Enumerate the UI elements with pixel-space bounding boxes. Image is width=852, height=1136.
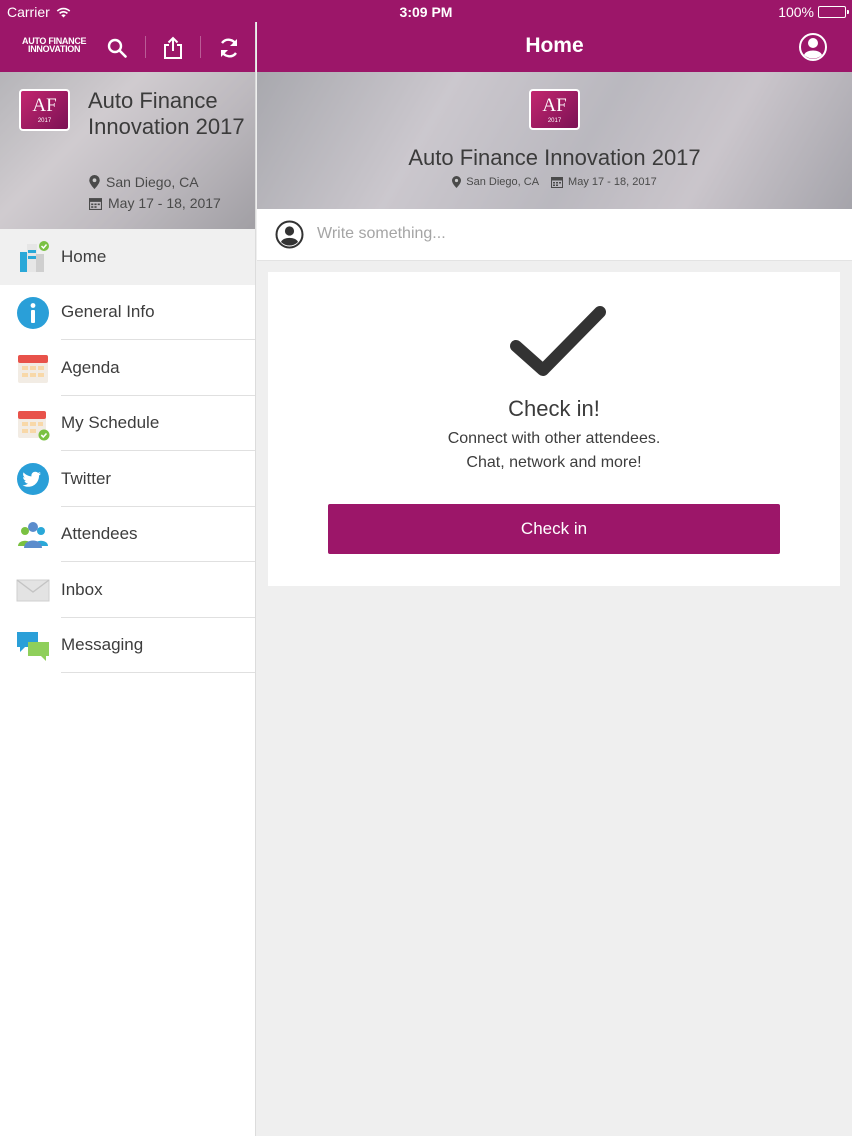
sidebar-item-general-info[interactable]: General Info: [0, 285, 255, 340]
hero-title: Auto Finance Innovation 2017: [408, 145, 701, 170]
sidebar-item-label: Messaging: [61, 635, 144, 655]
twitter-icon: [16, 462, 50, 496]
clock: 3:09 PM: [399, 4, 453, 20]
event-dates: May 17 - 18, 2017: [89, 195, 221, 211]
sidebar-item-agenda[interactable]: Agenda: [0, 340, 255, 396]
event-logo: AF 2017: [19, 89, 70, 131]
sidebar-item-inbox[interactable]: Inbox: [0, 562, 255, 618]
attendees-icon: [16, 518, 50, 552]
sidebar-item-label: Attendees: [61, 524, 138, 544]
checkmark-icon: [510, 306, 606, 376]
checkin-line1: Connect with other attendees.: [447, 430, 661, 447]
share-icon[interactable]: [160, 35, 186, 61]
sidebar-menu: Home General Info Agenda My Schedule Twitter…: [0, 229, 255, 673]
event-location: San Diego, CA: [89, 174, 199, 190]
sidebar-item-attendees[interactable]: Attendees: [0, 507, 255, 562]
nav-bar: Home: [257, 22, 852, 72]
battery-percent: 100%: [778, 4, 814, 20]
home-icon: [16, 240, 50, 274]
sidebar-item-label: Home: [61, 246, 107, 266]
calendar-icon: [16, 351, 50, 385]
hero-dates: May 17 - 18, 2017: [551, 176, 657, 188]
compose-bar: [257, 209, 852, 261]
hero-meta: San Diego, CA May 17 - 18, 2017: [257, 176, 852, 188]
sidebar: AUTO FINANCE INNOVATION AF 2017 Auto Fin…: [0, 22, 256, 1136]
checkin-card: Check in! Connect with other attendees. …: [268, 272, 840, 586]
hero-event-logo: AF 2017: [529, 89, 580, 130]
sidebar-item-twitter[interactable]: Twitter: [0, 451, 255, 507]
calendar-check-icon: [16, 407, 50, 441]
sidebar-item-label: Inbox: [61, 579, 103, 599]
logo-line2: INNOVATION: [28, 44, 81, 54]
event-dates-text: May 17 - 18, 2017: [108, 195, 221, 211]
search-icon[interactable]: [104, 35, 130, 61]
hero-location: San Diego, CA: [452, 176, 539, 188]
calendar-small-icon: [89, 197, 102, 210]
event-hero: AF 2017 Auto Finance Innovation 2017 San…: [257, 72, 852, 209]
refresh-icon[interactable]: [216, 35, 242, 61]
sidebar-item-label: General Info: [61, 302, 155, 322]
sidebar-item-label: Twitter: [61, 468, 112, 488]
app-logo: AUTO FINANCE INNOVATION: [22, 37, 87, 54]
checkin-line2: Chat, network and more!: [466, 454, 642, 471]
checkin-button[interactable]: Check in: [328, 504, 780, 554]
battery-icon: [818, 6, 849, 18]
page-title: Home: [525, 34, 584, 57]
location-pin-icon: [89, 175, 100, 189]
post-input[interactable]: [317, 221, 817, 247]
sidebar-item-my-schedule[interactable]: My Schedule: [0, 396, 255, 451]
event-location-text: San Diego, CA: [106, 174, 199, 190]
envelope-icon: [16, 573, 50, 607]
hero-dates-text: May 17 - 18, 2017: [568, 176, 657, 188]
calendar-small-icon: [551, 177, 564, 188]
sidebar-event-header: AF 2017 Auto Finance Innovation 2017 San…: [0, 72, 255, 229]
main-content: Home AF 2017 Auto Finance Innovation 201…: [257, 22, 852, 1136]
sidebar-toolbar: AUTO FINANCE INNOVATION: [0, 22, 255, 72]
sidebar-item-label: Agenda: [61, 357, 120, 377]
sidebar-item-label: My Schedule: [61, 413, 160, 433]
user-avatar-icon: [275, 220, 304, 249]
event-title: Auto Finance Innovation 2017: [88, 88, 245, 139]
checkin-heading: Check in!: [508, 396, 600, 421]
sidebar-item-messaging[interactable]: Messaging: [0, 618, 255, 673]
location-pin-icon: [452, 176, 462, 188]
info-icon: [16, 296, 50, 330]
chat-bubbles-icon: [16, 629, 50, 663]
battery-indicator: 100%: [778, 4, 849, 20]
status-bar: Carrier 3:09 PM 100%: [0, 0, 852, 22]
hero-location-text: San Diego, CA: [466, 176, 540, 188]
profile-icon[interactable]: [798, 32, 828, 62]
sidebar-item-home[interactable]: Home: [0, 229, 255, 285]
